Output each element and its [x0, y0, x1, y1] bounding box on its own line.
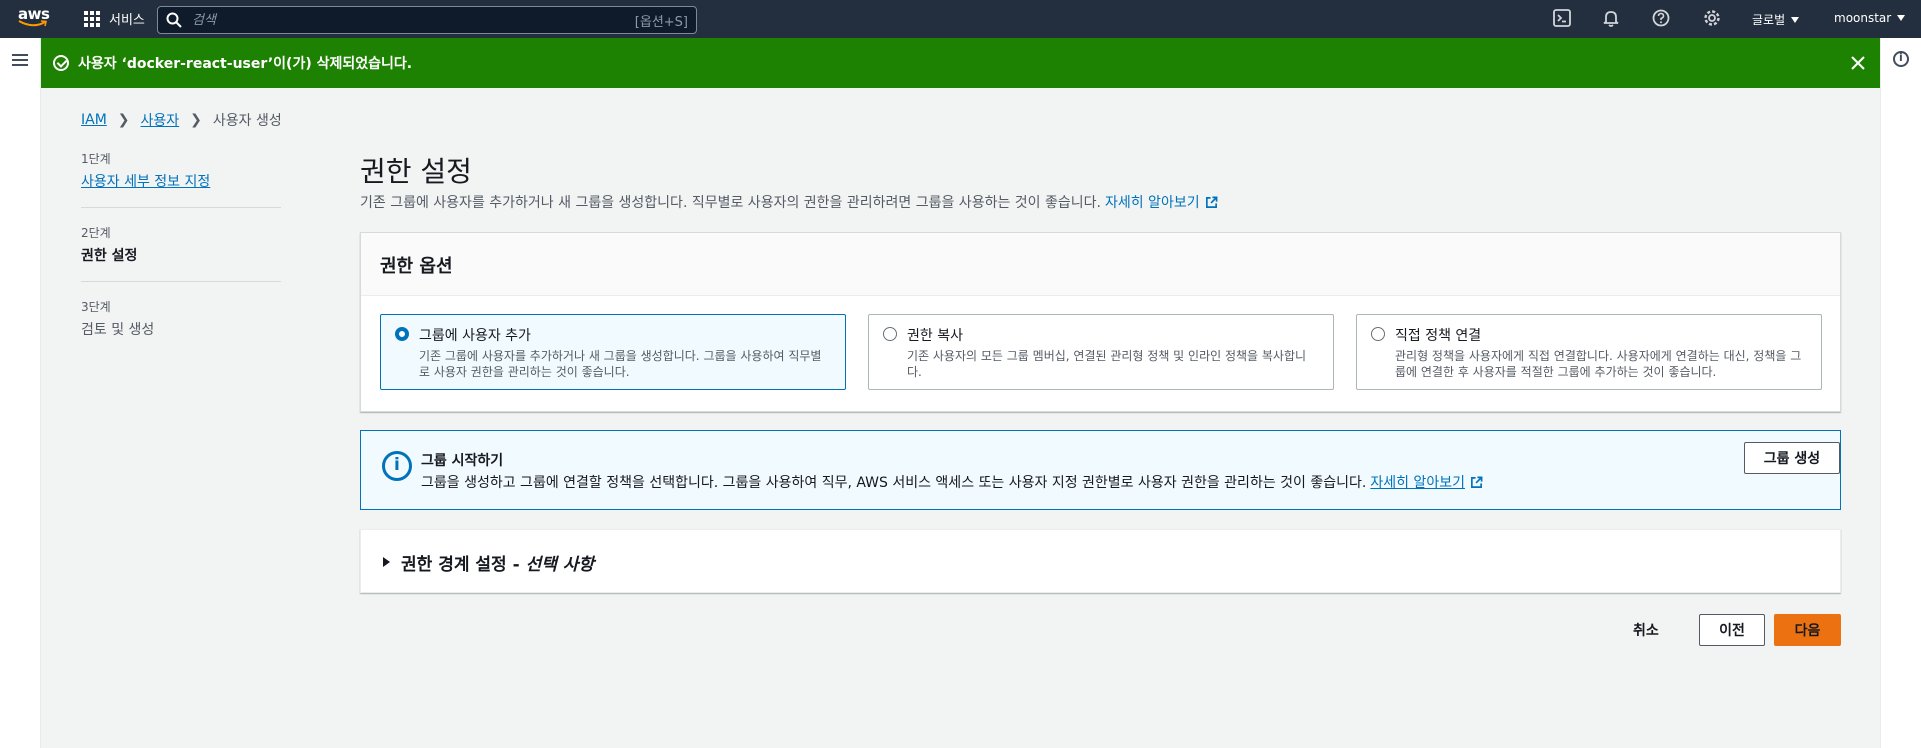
alert-title: 그룹 시작하기 [421, 453, 504, 469]
menu-hamburger-icon[interactable] [12, 54, 28, 66]
region-label: 글로벌 [1752, 13, 1786, 27]
region-selector[interactable]: 글로벌 [1752, 11, 1800, 28]
search-icon [166, 12, 182, 28]
search-box[interactable]: [옵션+S] [157, 6, 697, 34]
option-title: 권한 복사 [907, 328, 963, 344]
create-group-button[interactable]: 그룹 생성 [1744, 442, 1840, 474]
cloudshell-icon[interactable] [1553, 9, 1571, 27]
learn-more-label: 자세히 알아보기 [1104, 195, 1200, 211]
success-flashbar: 사용자 ‘docker-react-user’이(가) 삭제되었습니다. [41, 38, 1880, 88]
breadcrumb-iam-link[interactable]: IAM [81, 112, 107, 128]
permissions-boundary-expandable[interactable]: 권한 경계 설정 - 선택 사항 [360, 529, 1841, 593]
external-link-icon [1205, 196, 1218, 208]
services-menu-button[interactable]: 서비스 [84, 9, 145, 28]
page-description: 기존 그룹에 사용자를 추가하거나 새 그룹을 생성합니다. 직무별로 사용자의… [360, 192, 1218, 212]
alert-text: 그룹을 생성하고 그룹에 연결할 정책을 선택합니다. 그룹을 사용하여 직무,… [421, 472, 1483, 492]
permission-options-panel: 권한 옵션 그룹에 사용자 추가 기존 그룹에 사용자를 추가하거나 새 그룹을… [360, 232, 1841, 412]
next-button[interactable]: 다음 [1774, 614, 1841, 646]
success-check-icon [53, 55, 69, 71]
breadcrumb-current: 사용자 생성 [212, 113, 282, 129]
option-description: 기존 사용자의 모든 그룹 멤버십, 연결된 관리형 정책 및 인라인 정책을 … [907, 349, 1307, 379]
search-input[interactable] [192, 12, 635, 28]
wizard-step-3: 3단계 검토 및 생성 [81, 298, 281, 355]
right-tools-rail [1880, 38, 1921, 748]
breadcrumb: IAM ❯ 사용자 ❯ 사용자 생성 [81, 110, 282, 130]
learn-more-label: 자세히 알아보기 [1370, 475, 1465, 491]
boundary-title-main: 권한 경계 설정 - [401, 555, 526, 575]
info-panel-icon[interactable] [1893, 51, 1909, 67]
get-started-with-groups-alert: 그룹 시작하기 그룹을 생성하고 그룹에 연결할 정책을 선택합니다. 그룹을 … [360, 430, 1841, 510]
caret-down-icon [1897, 15, 1906, 21]
option-description: 관리형 정책을 사용자에게 직접 연결합니다. 사용자에게 연결하는 대신, 정… [1395, 349, 1802, 379]
panel-header: 권한 옵션 [361, 233, 1840, 296]
settings-gear-icon[interactable] [1703, 9, 1721, 27]
option-attach-policies-tile[interactable]: 직접 정책 연결 관리형 정책을 사용자에게 직접 연결합니다. 사용자에게 연… [1356, 314, 1822, 390]
close-icon[interactable] [1850, 55, 1866, 71]
wizard-step-2: 2단계 권한 설정 [81, 224, 281, 282]
step-3-label: 검토 및 생성 [81, 322, 155, 338]
breadcrumb-users-link[interactable]: 사용자 [141, 110, 180, 130]
caret-down-icon [1791, 16, 1800, 23]
step-1-link[interactable]: 사용자 세부 정보 지정 [81, 174, 210, 190]
search-shortcut-hint: [옵션+S] [634, 14, 688, 30]
top-navigation: aws 서비스 [옵션+S] 글로벌 [0, 0, 1921, 38]
external-link-icon [1470, 476, 1483, 488]
account-label: moonstar [1834, 11, 1892, 25]
page-title: 권한 설정 [360, 155, 472, 188]
account-menu[interactable]: moonstar [1834, 11, 1906, 25]
flash-message: 사용자 ‘docker-react-user’이(가) 삭제되었습니다. [78, 56, 413, 72]
cancel-button[interactable]: 취소 [1633, 614, 1659, 646]
option-copy-permissions-tile[interactable]: 권한 복사 기존 사용자의 모든 그룹 멤버십, 연결된 관리형 정책 및 인라… [868, 314, 1334, 390]
radio-button-selected[interactable] [395, 327, 409, 341]
services-label: 서비스 [109, 13, 145, 28]
radio-button[interactable] [883, 327, 897, 341]
step-2-current: 권한 설정 [81, 248, 138, 264]
wizard-step-1: 1단계 사용자 세부 정보 지정 [81, 150, 281, 208]
option-title: 직접 정책 연결 [1395, 328, 1482, 344]
learn-more-link[interactable]: 자세히 알아보기 [1105, 192, 1218, 212]
help-icon[interactable] [1652, 9, 1670, 27]
step-number: 2단계 [81, 226, 111, 240]
left-navigation-rail [0, 38, 41, 748]
alert-description: 그룹을 생성하고 그룹에 연결할 정책을 선택합니다. 그룹을 사용하여 직무,… [421, 475, 1367, 491]
step-number: 3단계 [81, 300, 111, 314]
option-description: 기존 그룹에 사용자를 추가하거나 새 그룹을 생성합니다. 그룹을 사용하여 … [419, 349, 822, 379]
previous-button[interactable]: 이전 [1699, 614, 1765, 646]
boundary-title-optional: 선택 사항 [525, 555, 595, 575]
option-title: 그룹에 사용자 추가 [419, 328, 531, 344]
radio-button[interactable] [1371, 327, 1385, 341]
grid-icon [84, 10, 100, 27]
chevron-right-icon: ❯ [117, 112, 130, 128]
main-content: 사용자 ‘docker-react-user’이(가) 삭제되었습니다. IAM… [41, 38, 1880, 748]
step-number: 1단계 [81, 152, 111, 166]
alert-learn-more-link[interactable]: 자세히 알아보기 [1370, 472, 1483, 492]
wizard-steps: 1단계 사용자 세부 정보 지정 2단계 권한 설정 3단계 검토 및 생성 [81, 150, 281, 371]
aws-smile-icon [18, 20, 47, 27]
option-add-to-group-tile[interactable]: 그룹에 사용자 추가 기존 그룹에 사용자를 추가하거나 새 그룹을 생성합니다… [380, 314, 846, 390]
boundary-title: 권한 경계 설정 - 선택 사항 [401, 550, 594, 575]
notifications-bell-icon[interactable] [1602, 9, 1620, 27]
aws-logo[interactable]: aws [18, 5, 52, 31]
caret-right-icon [383, 557, 390, 567]
info-icon [382, 451, 412, 481]
page-description-text: 기존 그룹에 사용자를 추가하거나 새 그룹을 생성합니다. 직무별로 사용자의… [360, 195, 1101, 211]
chevron-right-icon: ❯ [190, 112, 202, 128]
